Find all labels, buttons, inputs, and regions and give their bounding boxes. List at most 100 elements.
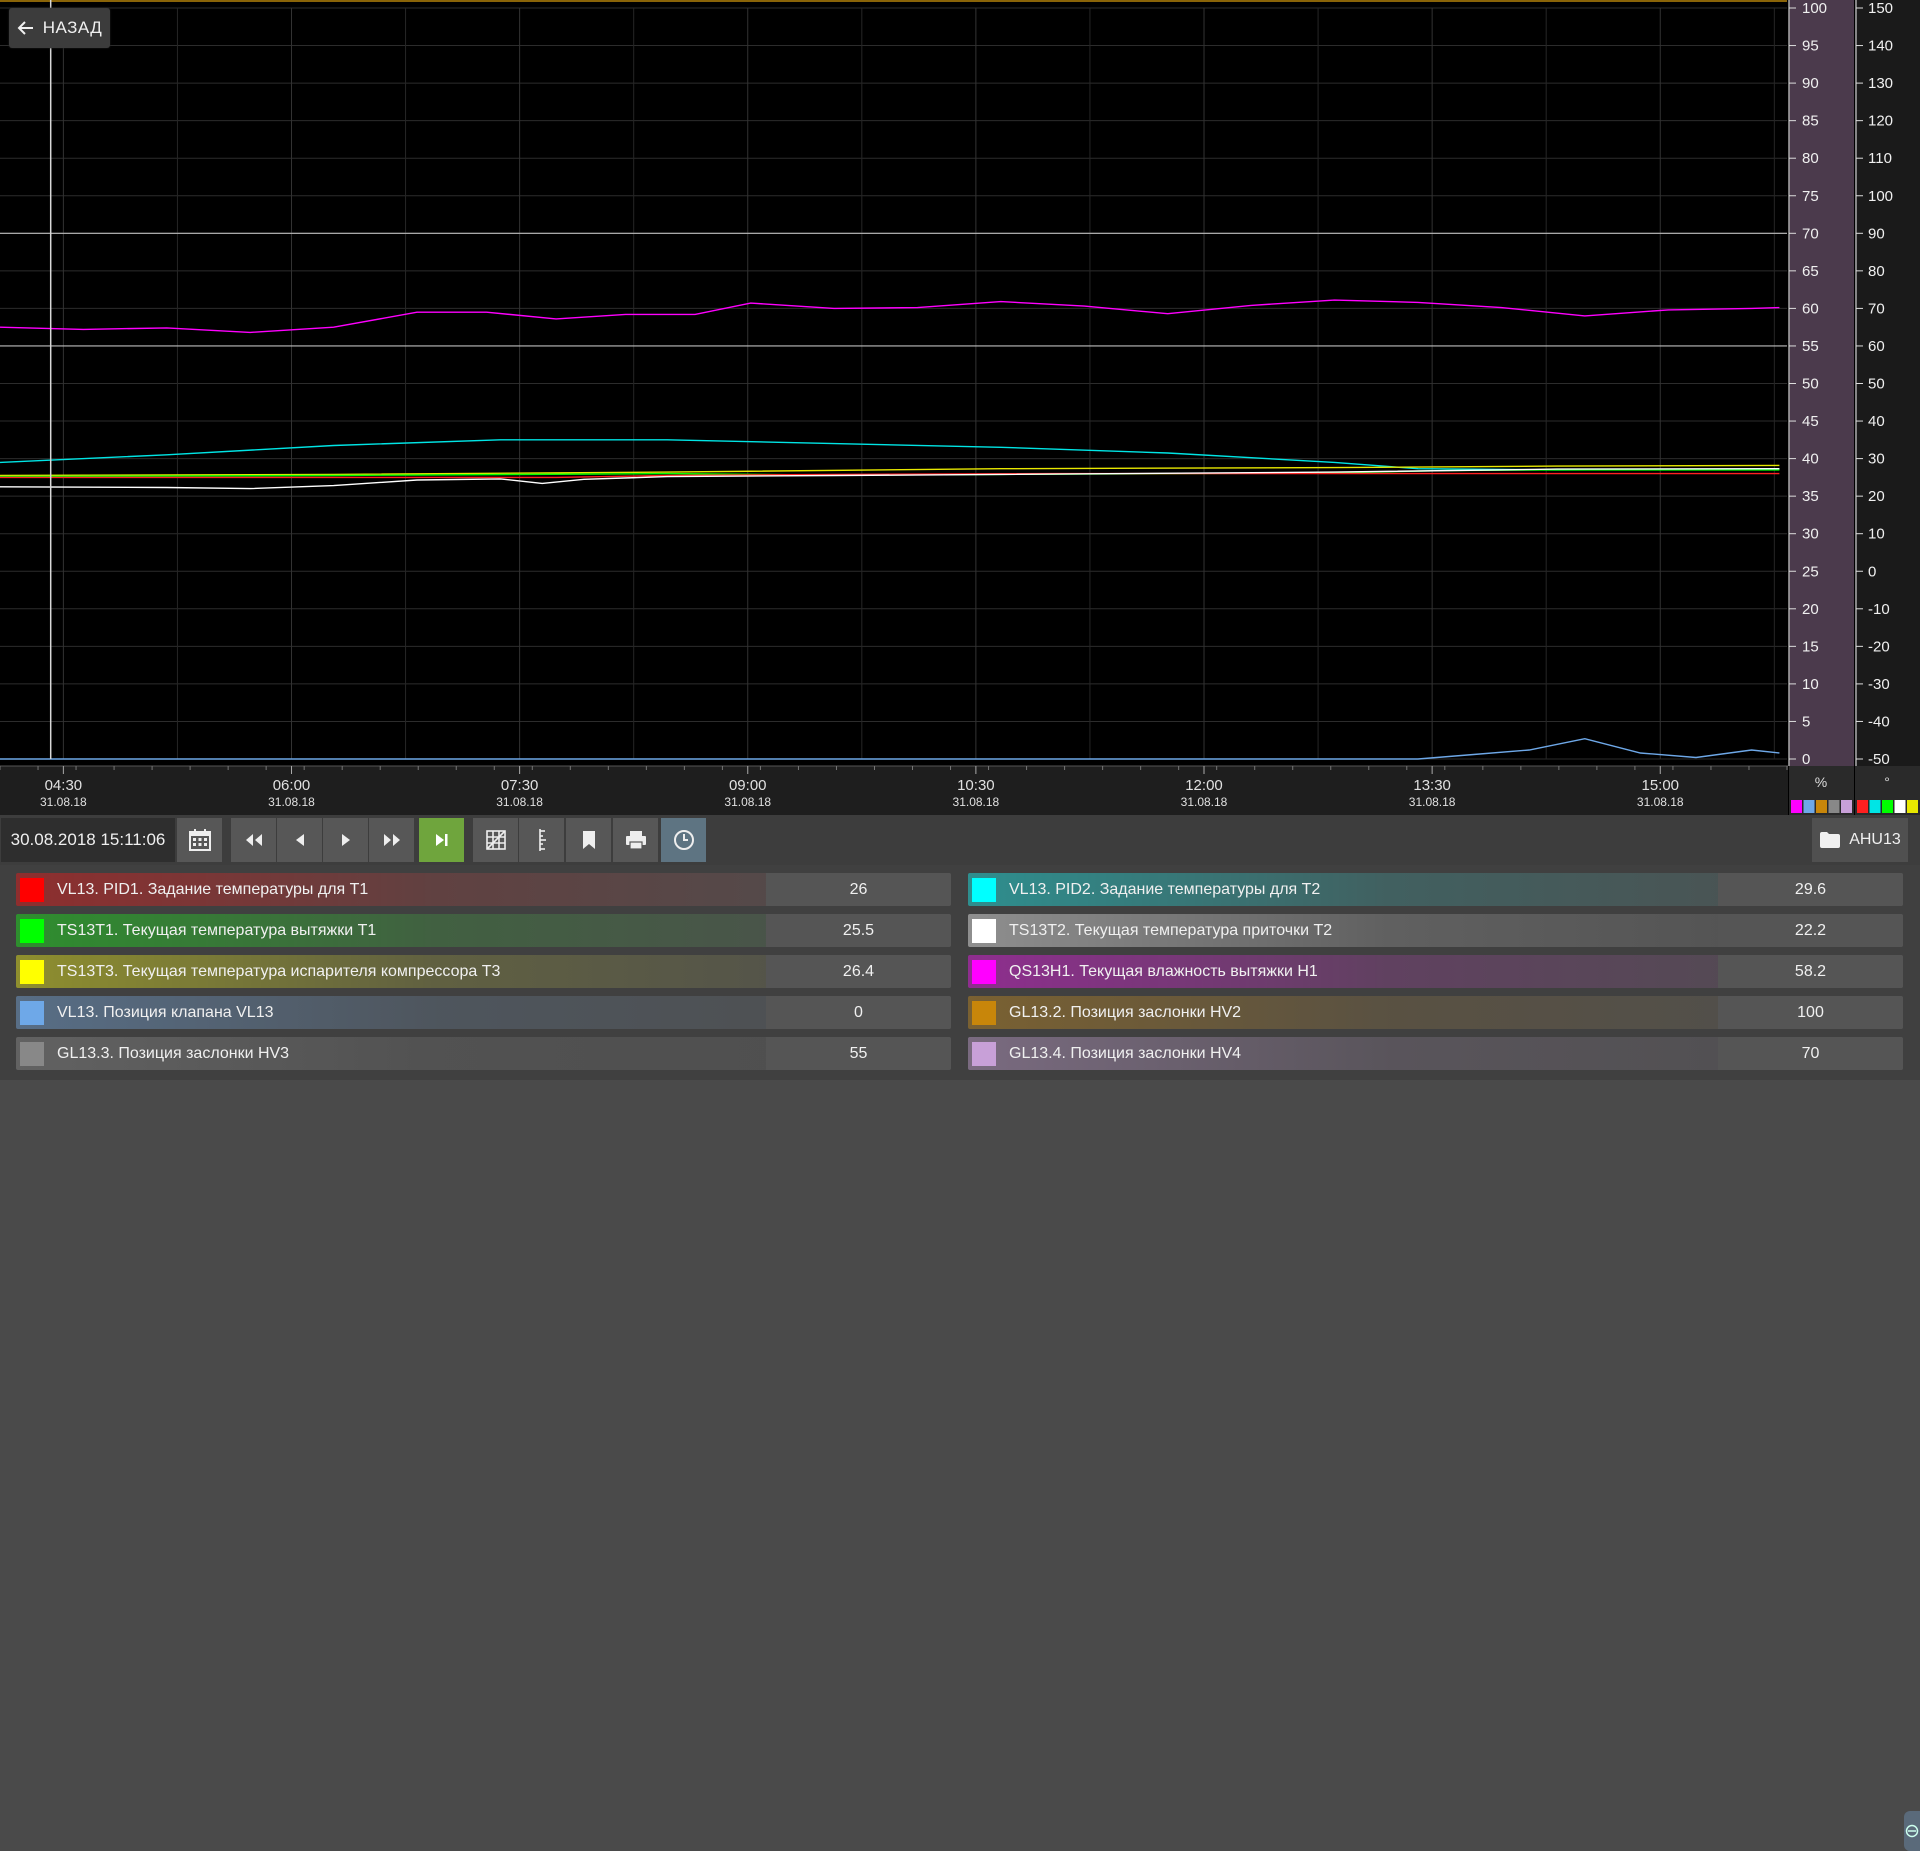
play-button[interactable] [323, 818, 368, 862]
legend-color-swatch[interactable] [20, 960, 44, 984]
series-line [0, 468, 1780, 490]
degree-tick-label: -20 [1868, 638, 1890, 655]
clock-button[interactable] [661, 818, 706, 862]
percent-unit-label: % [1815, 774, 1827, 790]
legend-value: 26 [766, 873, 951, 906]
legend-value: 58.2 [1718, 955, 1903, 988]
degree-axis-swatch [1882, 800, 1893, 813]
x-tick-time: 07:30 [501, 777, 539, 794]
resize-handle-icon [1905, 1824, 1919, 1838]
degree-tick-label: 100 [1868, 188, 1893, 205]
bookmark-icon [582, 831, 595, 849]
percent-tick-label: 0 [1802, 751, 1810, 768]
legend-label: TS13T3. Текущая температура испарителя к… [57, 963, 501, 980]
legend-row[interactable]: GL13.2. Позиция заслонки HV2 100 [968, 996, 1903, 1029]
legend-row[interactable]: VL13. PID1. Задание температуры для T1 26 [16, 873, 951, 906]
calendar-icon [188, 829, 211, 851]
percent-tick-label: 70 [1802, 225, 1819, 242]
legend-color-swatch[interactable] [20, 1042, 44, 1066]
legend-label: TS13T1. Текущая температура вытяжки T1 [57, 922, 377, 939]
legend-value: 29.6 [1718, 873, 1903, 906]
step-back-button[interactable] [277, 818, 322, 862]
folder-icon [1820, 832, 1841, 848]
legend-value: 26.4 [766, 955, 951, 988]
back-button-label: НАЗАД [42, 18, 103, 37]
legend-row[interactable]: QS13H1. Текущая влажность вытяжки H1 58.2 [968, 955, 1903, 988]
legend-row[interactable]: TS13T3. Текущая температура испарителя к… [16, 955, 951, 988]
trend-chart[interactable]: 04:30 31.08.18 06:00 31.08.18 07:30 31.08.18 0… [0, 0, 1920, 815]
folder-button[interactable]: AHU13 [1812, 818, 1908, 862]
legend-color-swatch[interactable] [20, 878, 44, 902]
percent-axis-swatch [1841, 800, 1852, 813]
percent-tick-label: 95 [1802, 38, 1819, 55]
x-tick-date: 31.08.18 [40, 795, 87, 809]
bookmark-button[interactable] [566, 818, 611, 862]
legend-color-swatch[interactable] [972, 960, 996, 984]
legend-row[interactable]: TS13T1. Текущая температура вытяжки T1 25… [16, 914, 951, 947]
legend-color-swatch[interactable] [20, 1001, 44, 1025]
skip-to-end-icon [435, 834, 447, 846]
legend-value: 25.5 [766, 914, 951, 947]
skip-to-end-button[interactable] [419, 818, 464, 862]
play-icon [341, 834, 350, 846]
degree-axis-swatch [1869, 800, 1881, 813]
percent-tick-label: 20 [1802, 601, 1819, 618]
print-button[interactable] [613, 818, 658, 862]
percent-axis-swatch [1791, 800, 1802, 813]
ruler-icon [538, 829, 546, 851]
trend-chart-svg[interactable]: 04:3031.08.1806:0031.08.1807:3031.08.180… [0, 0, 1920, 815]
x-tick-date: 31.08.18 [496, 795, 543, 809]
degree-unit-label: ° [1884, 774, 1890, 790]
calendar-button[interactable] [177, 818, 222, 862]
degree-tick-label: 150 [1868, 0, 1893, 17]
datetime-display[interactable]: 30.08.2018 15:11:06 [1, 818, 175, 862]
x-tick-date: 31.08.18 [1181, 795, 1228, 809]
degree-tick-label: 40 [1868, 413, 1885, 430]
legend-color-swatch[interactable] [972, 919, 996, 943]
percent-tick-label: 15 [1802, 638, 1819, 655]
back-button[interactable]: НАЗАД [9, 8, 110, 48]
legend-row[interactable]: GL13.3. Позиция заслонки HV3 55 [16, 1037, 951, 1070]
legend-color-swatch[interactable] [972, 1042, 996, 1066]
legend-color-swatch[interactable] [20, 919, 44, 943]
legend-row[interactable]: VL13. Позиция клапана VL13 0 [16, 996, 951, 1029]
x-tick-time: 04:30 [45, 777, 83, 794]
degree-tick-label: 110 [1868, 150, 1892, 167]
legend-label: GL13.3. Позиция заслонки HV3 [57, 1045, 290, 1062]
degree-tick-label: 60 [1868, 338, 1885, 355]
degree-axis-swatch [1857, 800, 1868, 813]
percent-tick-label: 55 [1802, 338, 1819, 355]
arrow-left-icon [17, 21, 33, 35]
degree-tick-label: 10 [1868, 526, 1885, 543]
fast-forward-button[interactable] [369, 818, 414, 862]
percent-tick-label: 85 [1802, 113, 1819, 130]
legend-color-swatch[interactable] [972, 878, 996, 902]
x-tick-date: 31.08.18 [268, 795, 315, 809]
grid-toggle-button[interactable] [473, 818, 518, 862]
percent-tick-label: 80 [1802, 150, 1819, 167]
rewind-button[interactable] [231, 818, 276, 862]
legend-row[interactable]: GL13.4. Позиция заслонки HV4 70 [968, 1037, 1903, 1070]
legend-row[interactable]: TS13T2. Текущая температура приточки T2 2… [968, 914, 1903, 947]
legend-color-swatch[interactable] [972, 1001, 996, 1025]
ruler-button[interactable] [519, 818, 564, 862]
legend-label: GL13.2. Позиция заслонки HV2 [1009, 1004, 1242, 1021]
legend-row[interactable]: VL13. PID2. Задание температуры для T2 29… [968, 873, 1903, 906]
degree-tick-label: 70 [1868, 300, 1885, 317]
percent-axis-swatch [1803, 800, 1815, 813]
degree-tick-label: 50 [1868, 376, 1885, 393]
percent-tick-label: 75 [1802, 188, 1819, 205]
step-back-icon [295, 834, 304, 846]
legend-value: 0 [766, 996, 951, 1029]
x-tick-time: 06:00 [273, 777, 311, 794]
legend-panel: VL13. PID1. Задание температуры для T1 26… [0, 865, 1920, 1851]
legend-label: VL13. Позиция клапана VL13 [57, 1004, 274, 1021]
side-panel-tab[interactable] [1904, 1811, 1920, 1851]
degree-tick-label: 130 [1868, 75, 1893, 92]
x-tick-date: 31.08.18 [724, 795, 771, 809]
legend-label: VL13. PID2. Задание температуры для T2 [1009, 881, 1321, 898]
degree-tick-label: 30 [1868, 451, 1885, 468]
degree-tick-label: -10 [1868, 601, 1890, 618]
percent-tick-label: 5 [1802, 713, 1810, 730]
degree-axis-swatch [1907, 800, 1918, 813]
